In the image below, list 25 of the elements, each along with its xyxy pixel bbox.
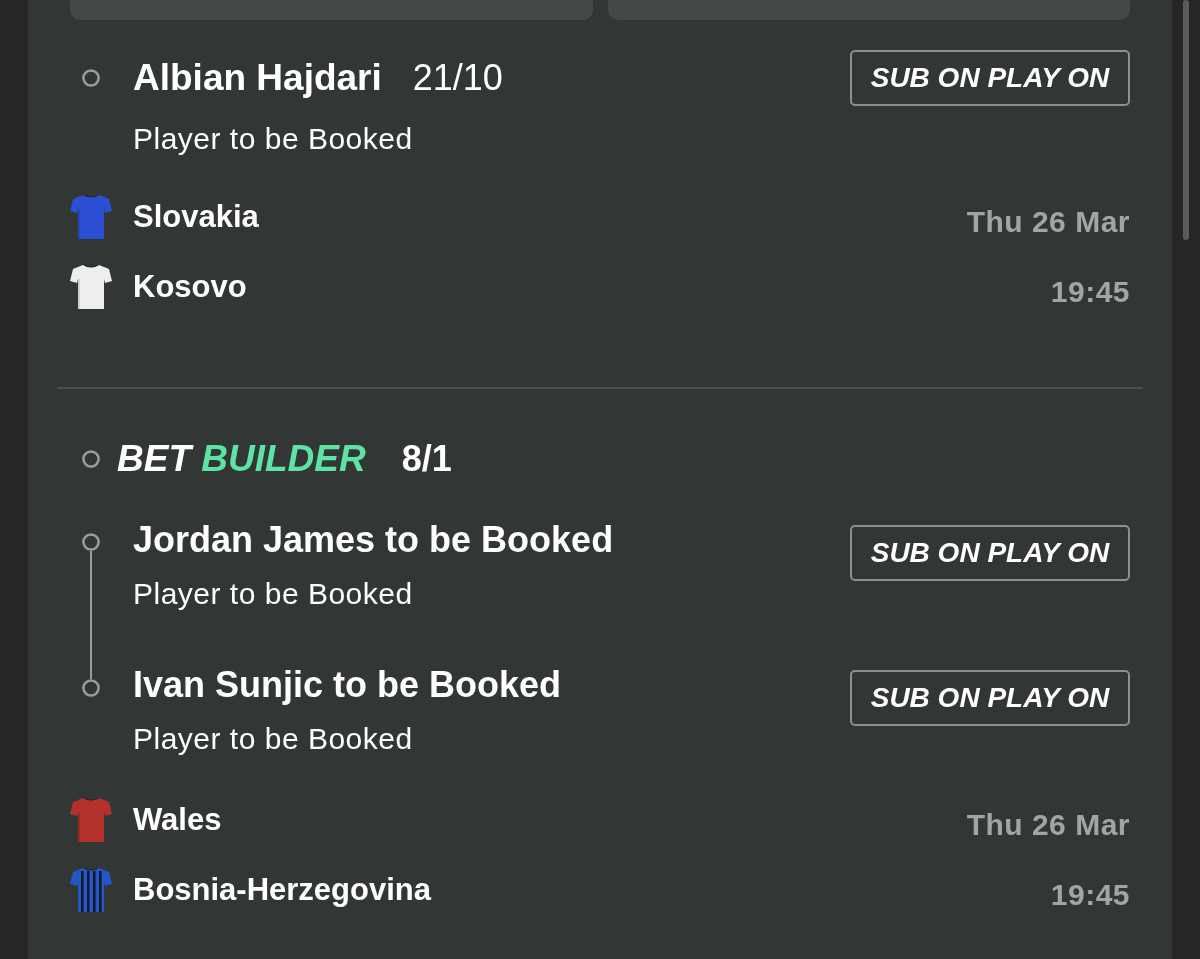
action-button[interactable]: SUB ON PLAY ON: [850, 670, 1130, 726]
match-date: Thu 26 Mar: [966, 807, 1130, 843]
odds-text: 21/10: [412, 56, 503, 100]
team-name: Bosnia-Herzegovina: [133, 872, 431, 908]
ring-icon: [82, 450, 100, 468]
match-date: Thu 26 Mar: [966, 204, 1130, 240]
ring-icon: [82, 533, 100, 551]
market-text: Player to be Booked: [133, 122, 413, 156]
selection-title: Jordan James to be Booked: [133, 518, 614, 562]
selection-title: Albian Hajdari: [133, 56, 382, 100]
match-time: 19:45: [1050, 274, 1130, 310]
action-button[interactable]: SUB ON PLAY ON: [850, 525, 1130, 581]
match-time: 19:45: [1050, 877, 1130, 913]
ring-icon: [82, 69, 100, 87]
market-text: Player to be Booked: [133, 577, 413, 611]
action-button[interactable]: SUB ON PLAY ON: [850, 50, 1130, 106]
selection-title: Ivan Sunjic to be Booked: [133, 663, 562, 707]
team-name: Slovakia: [133, 199, 259, 235]
odds-text: 8/1: [401, 437, 452, 481]
ring-icon: [82, 679, 100, 697]
bet-builder-logo: BET BUILDER: [117, 437, 366, 481]
scrollbar-thumb[interactable]: [1183, 0, 1189, 240]
team-name: Wales: [133, 802, 222, 838]
market-text: Player to be Booked: [133, 722, 413, 756]
team-name: Kosovo: [133, 269, 247, 305]
